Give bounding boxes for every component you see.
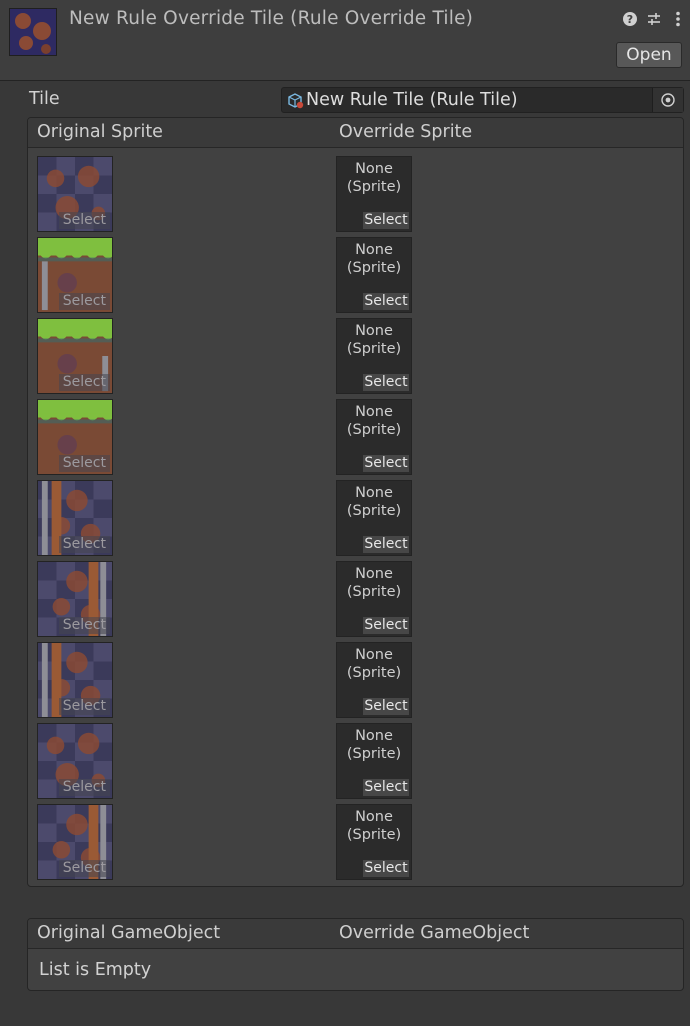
- select-button[interactable]: Select: [58, 374, 110, 391]
- list-empty-label: List is Empty: [39, 960, 152, 980]
- original-sprite-slot[interactable]: Select: [37, 561, 113, 637]
- none-sprite-label: None (Sprite): [346, 242, 402, 276]
- original-sprite-header: Original Sprite: [37, 122, 163, 142]
- original-gameobject-header: Original GameObject: [37, 923, 221, 943]
- select-button[interactable]: Select: [363, 455, 409, 472]
- select-button[interactable]: Select: [58, 455, 110, 472]
- original-sprite-slot[interactable]: Select: [37, 237, 113, 313]
- select-button[interactable]: Select: [58, 860, 110, 877]
- rule-tile-icon: [287, 92, 305, 110]
- none-sprite-label: None (Sprite): [346, 728, 402, 762]
- original-sprite-slot[interactable]: Select: [37, 480, 113, 556]
- override-sprite-slot[interactable]: None (Sprite) Select: [336, 804, 412, 880]
- header-divider: [0, 80, 690, 81]
- sprite-overrides-list: Original Sprite Override Sprite Select No…: [27, 117, 684, 887]
- override-gameobject-header: Override GameObject: [339, 923, 530, 943]
- override-sprite-slot[interactable]: None (Sprite) Select: [336, 237, 412, 313]
- gameobject-overrides-list: Original GameObject Override GameObject: [27, 918, 684, 991]
- none-sprite-label: None (Sprite): [346, 809, 402, 843]
- select-button[interactable]: Select: [363, 698, 409, 715]
- tile-label: Tile: [29, 89, 60, 109]
- select-button[interactable]: Select: [363, 860, 409, 877]
- object-picker-icon[interactable]: [652, 88, 683, 112]
- presets-icon[interactable]: [645, 10, 663, 28]
- select-button[interactable]: Select: [363, 536, 409, 553]
- original-sprite-slot[interactable]: Select: [37, 318, 113, 394]
- tile-object-field[interactable]: New Rule Tile (Rule Tile): [281, 87, 684, 113]
- asset-title: New Rule Override Tile (Rule Override Ti…: [69, 8, 474, 29]
- kebab-menu-icon[interactable]: [669, 10, 687, 28]
- none-sprite-label: None (Sprite): [346, 647, 402, 681]
- override-sprite-slot[interactable]: None (Sprite) Select: [336, 156, 412, 232]
- none-sprite-label: None (Sprite): [346, 566, 402, 600]
- original-sprite-slot[interactable]: Select: [37, 399, 113, 475]
- none-sprite-label: None (Sprite): [346, 404, 402, 438]
- select-button[interactable]: Select: [58, 779, 110, 796]
- original-sprite-slot[interactable]: Select: [37, 723, 113, 799]
- tile-field-value: New Rule Tile (Rule Tile): [306, 90, 518, 110]
- select-button[interactable]: Select: [363, 374, 409, 391]
- sprite-list-header: Original Sprite Override Sprite: [28, 118, 683, 148]
- svg-text:?: ?: [627, 13, 633, 26]
- select-button[interactable]: Select: [58, 617, 110, 634]
- override-sprite-header: Override Sprite: [339, 122, 473, 142]
- none-sprite-label: None (Sprite): [346, 323, 402, 357]
- gameobject-list-header: Original GameObject Override GameObject: [28, 919, 683, 949]
- select-button[interactable]: Select: [363, 779, 409, 796]
- select-button[interactable]: Select: [58, 212, 110, 229]
- tile-asset-icon: [9, 8, 57, 56]
- original-sprite-slot[interactable]: Select: [37, 156, 113, 232]
- override-sprite-slot[interactable]: None (Sprite) Select: [336, 642, 412, 718]
- original-sprite-slot[interactable]: Select: [37, 804, 113, 880]
- select-button[interactable]: Select: [58, 293, 110, 310]
- open-button[interactable]: Open: [616, 42, 682, 68]
- none-sprite-label: None (Sprite): [346, 161, 402, 195]
- override-sprite-slot[interactable]: None (Sprite) Select: [336, 318, 412, 394]
- override-sprite-slot[interactable]: None (Sprite) Select: [336, 561, 412, 637]
- help-icon[interactable]: ?: [621, 10, 639, 28]
- original-sprite-slot[interactable]: Select: [37, 642, 113, 718]
- select-button[interactable]: Select: [363, 617, 409, 634]
- none-sprite-label: None (Sprite): [346, 485, 402, 519]
- select-button[interactable]: Select: [363, 212, 409, 229]
- override-sprite-slot[interactable]: None (Sprite) Select: [336, 399, 412, 475]
- override-sprite-slot[interactable]: None (Sprite) Select: [336, 480, 412, 556]
- select-button[interactable]: Select: [363, 293, 409, 310]
- override-sprite-slot[interactable]: None (Sprite) Select: [336, 723, 412, 799]
- select-button[interactable]: Select: [58, 698, 110, 715]
- inspector-header: New Rule Override Tile (Rule Override Ti…: [0, 0, 690, 80]
- select-button[interactable]: Select: [58, 536, 110, 553]
